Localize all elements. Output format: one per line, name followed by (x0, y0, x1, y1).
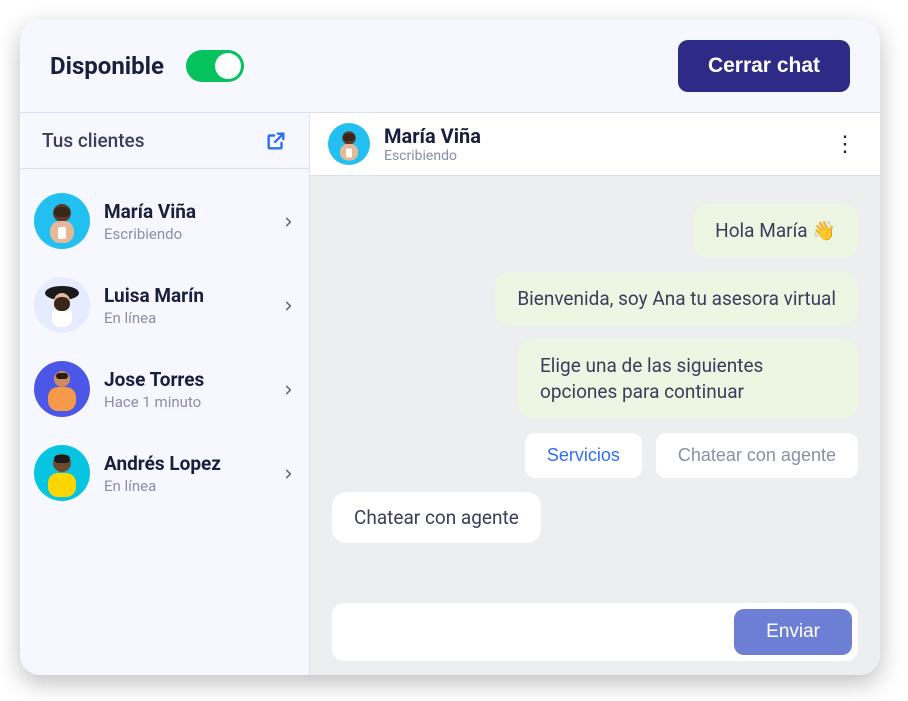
chat-body: Hola María 👋 Bienvenida, soy Ana tu ases… (310, 176, 880, 675)
message-input[interactable] (350, 622, 724, 643)
main-area: Tus clientes María Viña Escribiendo (20, 112, 880, 675)
availability-group: Disponible (50, 50, 244, 82)
chat-header: María Viña Escribiendo ⋮ (310, 113, 880, 176)
chevron-right-icon (281, 298, 295, 312)
sidebar-title: Tus clientes (42, 129, 145, 152)
topbar: Disponible Cerrar chat (20, 20, 880, 112)
chat-header-name: María Viña (384, 124, 814, 148)
avatar (328, 123, 370, 165)
chevron-right-icon (281, 214, 295, 228)
client-item-andres[interactable]: Andrés Lopez En línea (34, 445, 295, 501)
agent-message: Hola María 👋 (693, 204, 858, 258)
client-status: En línea (104, 477, 267, 495)
chat-header-status: Escribiendo (384, 148, 814, 164)
chevron-right-icon (281, 382, 295, 396)
external-link-icon[interactable] (265, 130, 287, 152)
availability-toggle[interactable] (186, 50, 244, 82)
send-button[interactable]: Enviar (734, 609, 852, 655)
client-name: Andrés Lopez (104, 452, 267, 475)
avatar (34, 445, 90, 501)
client-item-maria[interactable]: María Viña Escribiendo (34, 193, 295, 249)
client-status: Escribiendo (104, 225, 267, 243)
client-status: Hace 1 minuto (104, 393, 267, 411)
agent-message: Elige una de las siguientes opciones par… (518, 339, 858, 418)
client-info: María Viña Escribiendo (104, 200, 267, 243)
client-item-jose[interactable]: Jose Torres Hace 1 minuto (34, 361, 295, 417)
client-info: Luisa Marín En línea (104, 284, 267, 327)
client-info: Jose Torres Hace 1 minuto (104, 368, 267, 411)
chat-app-window: Disponible Cerrar chat Tus clientes (20, 20, 880, 675)
client-info: Andrés Lopez En línea (104, 452, 267, 495)
client-name: Jose Torres (104, 368, 267, 391)
user-message: Chatear con agente (332, 492, 541, 543)
avatar (34, 277, 90, 333)
chat-header-info: María Viña Escribiendo (384, 124, 814, 164)
quick-reply-row: Servicios Chatear con agente (525, 433, 858, 478)
avatar (34, 193, 90, 249)
chevron-right-icon (281, 466, 295, 480)
client-list: María Viña Escribiendo Luisa Marín En lí… (20, 169, 309, 511)
avatar (34, 361, 90, 417)
agent-message: Bienvenida, soy Ana tu asesora virtual (495, 272, 858, 326)
client-name: María Viña (104, 200, 267, 223)
more-vertical-icon[interactable]: ⋮ (828, 132, 862, 157)
availability-label: Disponible (50, 52, 164, 80)
client-status: En línea (104, 309, 267, 327)
quick-reply-chatear-agente[interactable]: Chatear con agente (656, 433, 858, 478)
message-input-row: Enviar (332, 603, 858, 661)
close-chat-button[interactable]: Cerrar chat (678, 40, 850, 92)
client-name: Luisa Marín (104, 284, 267, 307)
sidebar-header: Tus clientes (20, 113, 309, 169)
chat-pane: María Viña Escribiendo ⋮ Hola María 👋 Bi… (310, 113, 880, 675)
quick-reply-servicios[interactable]: Servicios (525, 433, 642, 478)
sidebar: Tus clientes María Viña Escribiendo (20, 113, 310, 675)
client-item-luisa[interactable]: Luisa Marín En línea (34, 277, 295, 333)
